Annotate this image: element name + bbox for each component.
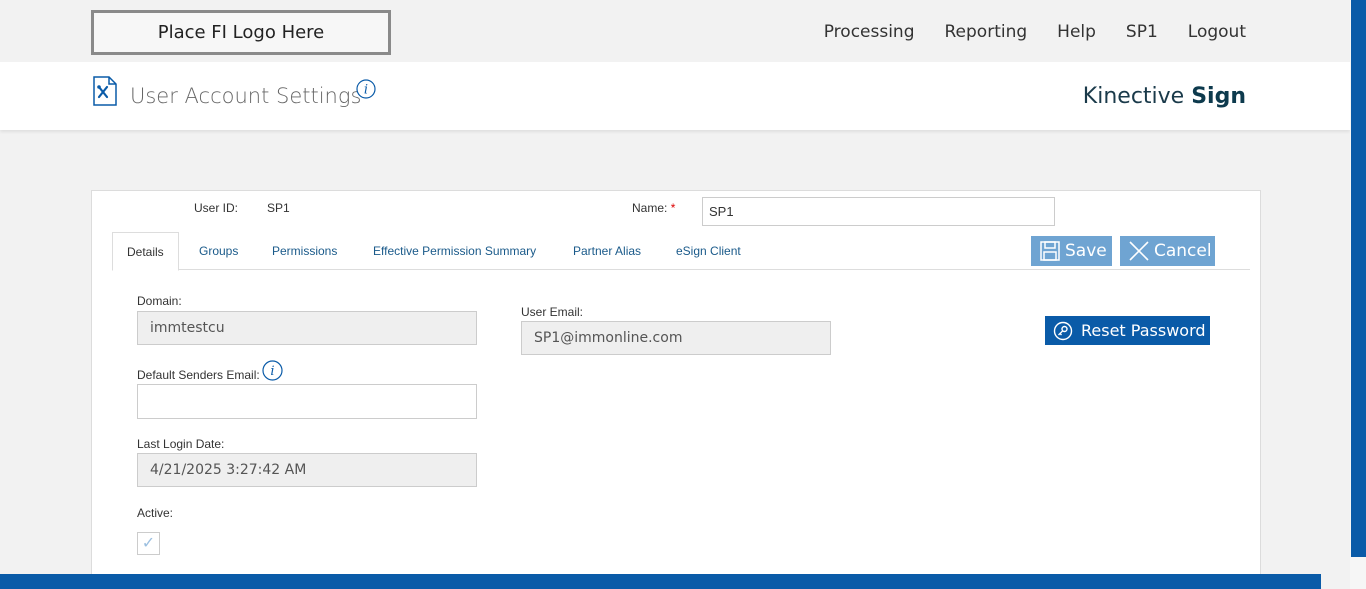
checkmark-icon: ✓ <box>141 535 156 552</box>
logo-placeholder: Place FI Logo Here <box>91 10 391 55</box>
nav-help[interactable]: Help <box>1057 22 1096 42</box>
tab-partner-alias[interactable]: Partner Alias <box>573 232 641 270</box>
name-input[interactable] <box>702 197 1055 226</box>
cancel-button[interactable]: Cancel <box>1120 236 1215 266</box>
account-form: User ID: SP1 Name: * Details Groups Perm… <box>91 190 1261 589</box>
required-marker: * <box>670 201 676 215</box>
settings-document-icon <box>93 76 117 106</box>
default-senders-email-input[interactable] <box>137 384 477 419</box>
user-id-label: User ID: <box>194 201 239 215</box>
active-label: Active: <box>137 506 174 520</box>
name-label: Name: * <box>632 201 675 215</box>
user-email-field: SP1@immonline.com <box>521 321 831 355</box>
domain-label: Domain: <box>137 294 182 308</box>
scrollbar-thumb[interactable] <box>1351 0 1366 557</box>
tab-groups[interactable]: Groups <box>199 232 238 270</box>
brand-light: Kinective <box>1082 84 1185 109</box>
info-icon[interactable]: i <box>262 360 283 381</box>
reset-password-label: Reset Password <box>1081 321 1206 340</box>
svg-text:i: i <box>364 83 368 98</box>
domain-field: immtestcu <box>137 311 477 345</box>
active-checkbox[interactable]: ✓ <box>137 532 160 555</box>
nav-logout[interactable]: Logout <box>1188 22 1246 42</box>
nav-reporting[interactable]: Reporting <box>945 22 1028 42</box>
user-id-value: SP1 <box>267 201 290 215</box>
tab-effective-permission-summary[interactable]: Effective Permission Summary <box>373 232 536 270</box>
top-nav: Processing Reporting Help SP1 Logout <box>824 22 1246 42</box>
page-title: User Account Settings <box>130 84 362 108</box>
user-email-label: User Email: <box>521 305 584 319</box>
brand-bold: Sign <box>1191 84 1246 109</box>
tab-permissions[interactable]: Permissions <box>272 232 337 270</box>
footer-bar <box>0 574 1321 589</box>
brand-logo: Kinective Sign <box>1083 84 1246 109</box>
page-header: User Account Settings i Kinective Sign <box>0 62 1350 130</box>
save-icon <box>1040 241 1060 261</box>
reset-password-button[interactable]: Reset Password <box>1045 316 1210 345</box>
nav-processing[interactable]: Processing <box>824 22 915 42</box>
save-label: Save <box>1065 241 1107 261</box>
tab-details[interactable]: Details <box>112 232 179 271</box>
save-button[interactable]: Save <box>1031 236 1112 266</box>
tab-esign-client[interactable]: eSign Client <box>676 232 741 270</box>
key-refresh-icon <box>1053 321 1073 340</box>
name-label-text: Name: <box>632 201 668 215</box>
close-icon <box>1129 241 1149 261</box>
top-bar: Place FI Logo Here Processing Reporting … <box>0 0 1350 62</box>
nav-user[interactable]: SP1 <box>1126 22 1158 42</box>
last-login-field: 4/21/2025 3:27:42 AM <box>137 453 477 487</box>
cancel-label: Cancel <box>1154 241 1212 261</box>
last-login-label: Last Login Date: <box>137 437 225 451</box>
info-icon[interactable]: i <box>356 79 376 99</box>
default-senders-email-label: Default Senders Email: <box>137 368 260 382</box>
svg-text:i: i <box>270 364 274 379</box>
